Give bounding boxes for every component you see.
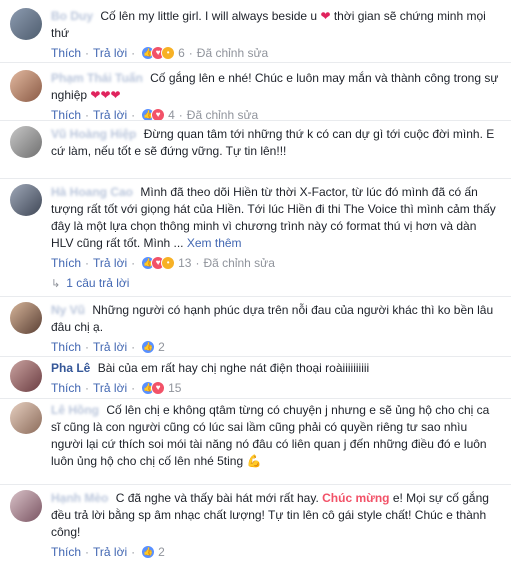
comment-text: Vũ Hoàng Hiệp Đừng quan tâm tới những th…: [51, 126, 499, 160]
author-name[interactable]: Lê Hồng: [51, 403, 99, 417]
like-button[interactable]: Thích: [51, 544, 81, 560]
avatar[interactable]: [10, 360, 42, 392]
comment-text: Ny Vũ Những người có hạnh phúc dựa trên …: [51, 302, 499, 336]
divider: [0, 178, 511, 179]
reply-button[interactable]: Trả lời: [93, 339, 127, 355]
reaction-count[interactable]: 6: [178, 45, 185, 61]
reaction-count[interactable]: 15: [168, 380, 181, 396]
reaction-count[interactable]: 2: [158, 339, 165, 355]
author-name[interactable]: Ny Vũ: [51, 303, 85, 317]
reaction-icons[interactable]: 👍 ♥ •: [141, 46, 176, 60]
edited-label[interactable]: Đã chỉnh sửa: [203, 255, 274, 271]
divider: [0, 484, 511, 485]
avatar[interactable]: [10, 402, 42, 434]
congrats-highlight: Chúc mừng: [322, 491, 390, 505]
reply-button[interactable]: Trả lời: [93, 380, 127, 396]
reaction-icons[interactable]: 👍: [141, 340, 156, 354]
author-name[interactable]: Bo Duy: [51, 9, 93, 23]
avatar[interactable]: [10, 70, 42, 102]
comment-text: Hạnh Mèo C đã nghe và thấy bài hát mới r…: [51, 490, 499, 541]
heart-emoji: ❤: [320, 9, 331, 23]
author-name[interactable]: Hà Hoang Cao: [51, 185, 133, 199]
view-replies-link[interactable]: ↳ 1 câu trả lời: [51, 276, 129, 290]
wow-reaction-icon: •: [161, 256, 176, 270]
separator: ·: [131, 381, 136, 395]
wow-reaction-icon: •: [161, 46, 176, 60]
reply-button[interactable]: Trả lời: [93, 255, 127, 271]
comment-actions: Thích · Trả lời · 👍 2: [51, 544, 499, 560]
separator: ·: [85, 46, 90, 60]
reply-button[interactable]: Trả lời: [93, 45, 127, 61]
comment-body: Bài của em rất hay chị nghe nát điện tho…: [97, 361, 370, 375]
avatar[interactable]: [10, 8, 42, 40]
love-reaction-icon: ♥: [151, 381, 166, 395]
like-reaction-icon: 👍: [141, 545, 156, 559]
reaction-icons[interactable]: 👍 ♥ •: [141, 256, 176, 270]
divider: [0, 120, 511, 121]
author-name[interactable]: Hạnh Mèo: [51, 491, 108, 505]
separator: ·: [85, 256, 90, 270]
avatar[interactable]: [10, 126, 42, 158]
like-button[interactable]: Thích: [51, 255, 81, 271]
comment-body: Những người có hạnh phúc dựa trên nỗi đa…: [51, 303, 494, 334]
reply-arrow-icon: ↳: [51, 277, 61, 290]
reaction-count[interactable]: 2: [158, 544, 165, 560]
reply-button[interactable]: Trả lời: [93, 544, 127, 560]
comment-text: Lê Hồng Cố lên chị e không qtâm từng có …: [51, 402, 499, 470]
separator: ·: [85, 545, 90, 559]
avatar[interactable]: [10, 184, 42, 216]
muscle-emoji: 💪: [246, 454, 262, 468]
author-name[interactable]: Phạm Thái Tuấn: [51, 71, 143, 85]
like-button[interactable]: Thích: [51, 380, 81, 396]
hearts-emoji: ❤❤❤: [90, 88, 121, 102]
avatar[interactable]: [10, 490, 42, 522]
comment-text: Hà Hoang Cao Mình đã theo dõi Hiền từ th…: [51, 184, 499, 252]
comment-text: Bo Duy Cố lên my little girl. I will alw…: [51, 8, 499, 42]
divider: [0, 296, 511, 297]
comment-actions: Thích · Trả lời · 👍 ♥ • 6 · Đã chỉnh sửa: [51, 45, 499, 61]
separator: ·: [131, 256, 136, 270]
avatar[interactable]: [10, 302, 42, 334]
author-name[interactable]: Vũ Hoàng Hiệp: [51, 127, 136, 141]
separator: ·: [131, 46, 136, 60]
separator: ·: [131, 340, 136, 354]
reaction-icons[interactable]: 👍: [141, 545, 156, 559]
comment-body: Cố lên chị e không qtâm từng có chuyện j…: [51, 403, 490, 468]
comment-body: Cố lên my little girl. I will always bes…: [100, 9, 318, 23]
divider: [0, 398, 511, 399]
see-more-link[interactable]: Xem thêm: [187, 236, 242, 250]
separator: ·: [85, 381, 90, 395]
author-name[interactable]: Pha Lê: [51, 361, 90, 375]
reply-count-label[interactable]: 1 câu trả lời: [66, 276, 129, 290]
comment-actions: Thích · Trả lời · 👍 2: [51, 339, 499, 355]
like-button[interactable]: Thích: [51, 339, 81, 355]
like-reaction-icon: 👍: [141, 340, 156, 354]
reaction-icons[interactable]: 👍 ♥: [141, 381, 166, 395]
separator: ·: [188, 46, 193, 60]
divider: [0, 62, 511, 63]
edited-label[interactable]: Đã chỉnh sửa: [197, 45, 268, 61]
comment-actions: Thích · Trả lời · 👍 ♥ • 13 · Đã chỉnh sử…: [51, 255, 499, 271]
comment-text: Pha Lê Bài của em rất hay chị nghe nát đ…: [51, 360, 499, 377]
separator: ·: [195, 256, 200, 270]
comment-body: C đã nghe và thấy bài hát mới rất hay.: [115, 491, 319, 505]
comment-text: Phạm Thái Tuấn Cố gắng lên e nhé! Chúc e…: [51, 70, 499, 104]
comment-actions: Thích · Trả lời · 👍 ♥ 15: [51, 380, 499, 396]
separator: ·: [85, 340, 90, 354]
reaction-count[interactable]: 13: [178, 255, 191, 271]
separator: ·: [131, 545, 136, 559]
divider: [0, 356, 511, 357]
like-button[interactable]: Thích: [51, 45, 81, 61]
